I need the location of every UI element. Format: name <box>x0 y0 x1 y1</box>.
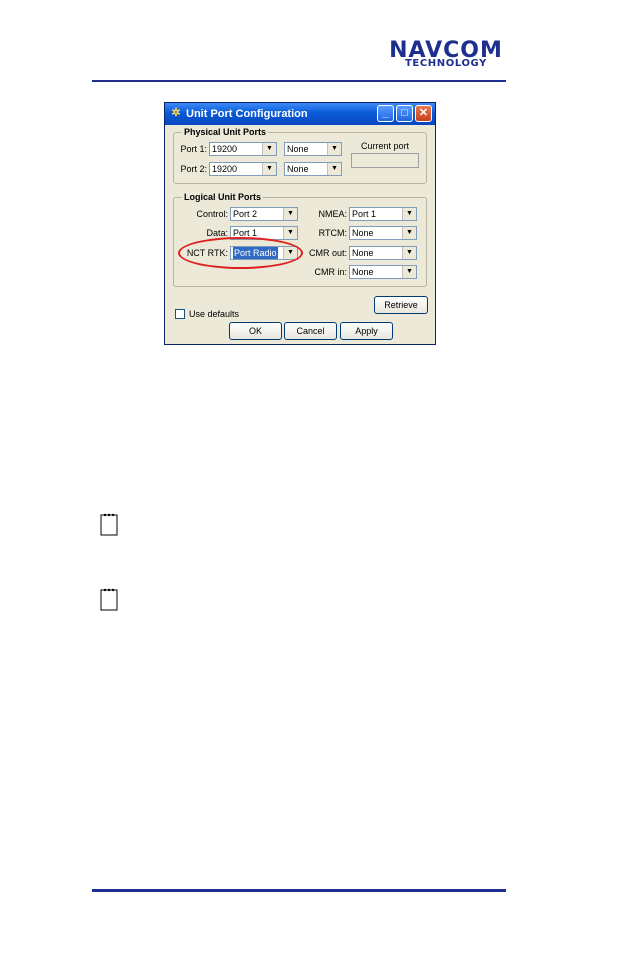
port2-parity-select[interactable]: None ▼ <box>284 162 342 176</box>
chevron-down-icon[interactable]: ▼ <box>262 163 276 175</box>
ok-button[interactable]: OK <box>229 322 282 340</box>
notepad-icon <box>100 513 118 536</box>
chevron-down-icon[interactable]: ▼ <box>327 163 341 175</box>
chevron-down-icon[interactable]: ▼ <box>402 208 416 220</box>
control-label: Control: <box>196 209 228 219</box>
satellite-icon: ✲ <box>171 107 181 119</box>
port1-baud-value: 19200 <box>212 144 238 154</box>
header-rule <box>92 80 506 82</box>
chevron-down-icon[interactable]: ▼ <box>327 143 341 155</box>
port2-baud-select[interactable]: 19200 ▼ <box>209 162 277 176</box>
maximize-icon[interactable]: □ <box>396 105 413 122</box>
chevron-down-icon[interactable]: ▼ <box>262 143 276 155</box>
unit-port-configuration-dialog: ✲ Unit Port Configuration _ □ ✕ Physical… <box>164 102 436 345</box>
minimize-icon[interactable]: _ <box>377 105 394 122</box>
nmea-port-select[interactable]: Port 1 ▼ <box>349 207 417 221</box>
nct-rtk-highlight <box>178 237 303 269</box>
cancel-button[interactable]: Cancel <box>284 322 337 340</box>
cmr-in-label: CMR in: <box>314 267 347 277</box>
control-port-select[interactable]: Port 2 ▼ <box>230 207 298 221</box>
rtcm-port-select[interactable]: None ▼ <box>349 226 417 240</box>
chevron-down-icon[interactable]: ▼ <box>283 227 297 239</box>
use-defaults-checkbox[interactable] <box>175 309 185 319</box>
port1-label: Port 1: <box>180 144 207 154</box>
chevron-down-icon[interactable]: ▼ <box>402 227 416 239</box>
logical-ports-title: Logical Unit Ports <box>182 192 264 202</box>
chevron-down-icon[interactable]: ▼ <box>402 266 416 278</box>
close-icon[interactable]: ✕ <box>415 105 432 122</box>
dialog-title: Unit Port Configuration <box>186 108 308 120</box>
port1-baud-select[interactable]: 19200 ▼ <box>209 142 277 156</box>
current-port-display <box>351 153 419 168</box>
port1-parity-select[interactable]: None ▼ <box>284 142 342 156</box>
technology-logo-text: TECHNOLOGY <box>405 58 487 69</box>
chevron-down-icon[interactable]: ▼ <box>283 208 297 220</box>
port2-parity-value: None <box>287 164 309 174</box>
cmr-out-port-select[interactable]: None ▼ <box>349 246 417 260</box>
control-port-value: Port 2 <box>233 209 258 219</box>
cmr-out-port-value: None <box>352 248 374 258</box>
rtcm-port-value: None <box>352 228 374 238</box>
current-port-label: Current port <box>360 141 410 151</box>
cmr-out-label: CMR out: <box>308 248 347 258</box>
rtcm-label: RTCM: <box>318 228 347 238</box>
cmr-in-port-value: None <box>352 267 374 277</box>
port2-label: Port 2: <box>180 164 207 174</box>
use-defaults-label: Use defaults <box>189 309 240 319</box>
retrieve-button[interactable]: Retrieve <box>374 296 428 314</box>
dialog-titlebar[interactable]: ✲ Unit Port Configuration _ □ ✕ <box>165 103 435 125</box>
port1-parity-value: None <box>287 144 309 154</box>
cmr-in-port-select[interactable]: None ▼ <box>349 265 417 279</box>
footer-rule <box>92 889 506 892</box>
nmea-label: NMEA: <box>318 209 347 219</box>
port2-baud-value: 19200 <box>212 164 238 174</box>
notepad-icon <box>100 588 118 611</box>
nmea-port-value: Port 1 <box>352 209 377 219</box>
chevron-down-icon[interactable]: ▼ <box>402 247 416 259</box>
apply-button[interactable]: Apply <box>340 322 393 340</box>
physical-ports-title: Physical Unit Ports <box>182 127 269 137</box>
